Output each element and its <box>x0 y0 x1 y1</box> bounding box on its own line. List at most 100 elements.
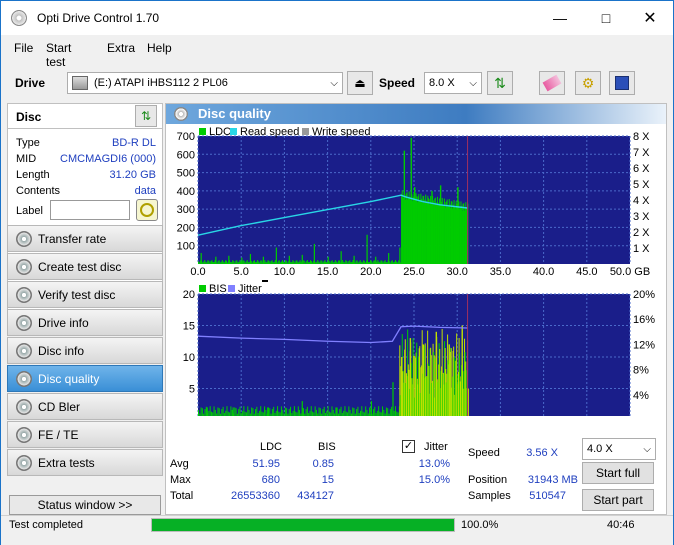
bis-bar <box>245 412 247 416</box>
ldc-bar <box>457 187 459 264</box>
refresh-speed-button[interactable]: ⇅ <box>487 71 513 95</box>
ldc-bar <box>306 260 308 264</box>
bis-bar <box>299 409 301 416</box>
legend-label: LDC <box>209 126 231 138</box>
ldc-bar <box>315 262 317 264</box>
nav-drive-info[interactable]: Drive info <box>7 309 163 336</box>
nav-create-test-disc[interactable]: Create test disc <box>7 253 163 280</box>
disc-label-input[interactable] <box>50 200 130 220</box>
maximize-icon[interactable]: □ <box>583 1 629 35</box>
start-part-button[interactable]: Start part <box>582 489 654 511</box>
bis-bar <box>274 413 276 416</box>
bis-bar <box>267 407 269 416</box>
ldc-bar <box>223 262 225 264</box>
ldc-bar <box>268 260 270 264</box>
ldc-bar <box>215 256 217 264</box>
stats-avg-bis: 0.85 <box>312 458 334 470</box>
ldc-bar <box>272 262 274 264</box>
ldc-bar <box>381 260 383 264</box>
ldc-bar <box>266 262 268 264</box>
speed-select[interactable]: 8.0 X ⌵ <box>424 72 482 94</box>
options-button[interactable]: ⚙ <box>575 71 601 95</box>
ldc-bar <box>255 262 257 264</box>
bis-bar <box>385 407 387 416</box>
disc-label-key: Label <box>16 205 43 217</box>
bis-bar <box>305 409 307 416</box>
nav-cd-bler[interactable]: CD Bler <box>7 393 163 420</box>
ldc-bar <box>251 262 253 264</box>
bis-bar <box>331 406 333 416</box>
ldc-bar <box>373 260 375 264</box>
ldc-bar <box>245 261 247 264</box>
bis-bar <box>312 411 314 416</box>
bis-bar <box>347 412 349 416</box>
status-text: Test completed <box>9 519 83 531</box>
legend-swatch <box>230 128 237 135</box>
disc-icon <box>16 399 32 415</box>
erase-button[interactable] <box>539 71 565 95</box>
ldc-bar <box>300 261 302 264</box>
ldc-bar <box>281 259 283 264</box>
nav-disc-quality[interactable]: Disc quality <box>7 365 163 392</box>
ldc-bar <box>439 185 442 264</box>
menu-file[interactable]: File <box>14 41 33 55</box>
ldc-bar <box>379 262 381 264</box>
disc-refresh-button[interactable]: ⇅ <box>135 105 157 127</box>
ldc-bar <box>351 261 353 264</box>
close-icon[interactable]: ✕ <box>627 1 673 35</box>
bis-bar <box>345 411 347 416</box>
nav-extra-tests[interactable]: Extra tests <box>7 449 163 476</box>
save-button[interactable] <box>609 71 635 95</box>
nav-verify-test-disc[interactable]: Verify test disc <box>7 281 163 308</box>
chevron-down-icon: ⌵ <box>330 77 338 89</box>
disc-icon <box>16 259 32 275</box>
ldc-bar <box>388 253 390 264</box>
test-speed-select[interactable]: 4.0 X ⌵ <box>582 438 656 460</box>
nav-label: Disc quality <box>38 371 100 386</box>
eject-button[interactable]: ⏏ <box>347 71 373 95</box>
ldc-bar <box>198 261 199 264</box>
legend-label: Write speed <box>312 126 371 138</box>
y2-tick-label: 8 X <box>633 131 650 143</box>
stats-ldc-header: LDC <box>260 441 283 453</box>
bis-bar <box>229 412 231 416</box>
bis-bar <box>350 413 352 416</box>
bis-bar <box>223 413 225 416</box>
nav-fe-te[interactable]: FE / TE <box>7 421 163 448</box>
left-panel: Disc ⇅ Type BD-R DL MID CMCMAGDI6 (000) … <box>7 103 163 515</box>
drive-select[interactable]: (E:) ATAPI iHBS112 2 PL06 ⌵ <box>67 72 343 94</box>
bis-bar <box>203 413 205 416</box>
disc-label-button[interactable] <box>136 199 158 221</box>
bis-bar <box>319 408 321 416</box>
ldc-bar <box>399 247 401 264</box>
bis-bar <box>230 406 232 416</box>
ldc-bar <box>239 259 241 264</box>
nav-transfer-rate[interactable]: Transfer rate <box>7 225 163 252</box>
nav-disc-info[interactable]: Disc info <box>7 337 163 364</box>
ldc-bar <box>337 260 339 264</box>
ldc-bar <box>230 261 232 264</box>
menu-help[interactable]: Help <box>147 41 172 55</box>
ldc-bar <box>343 261 345 264</box>
disc-mid-value: CMCMAGDI6 (000) <box>60 153 156 165</box>
bis-bar <box>337 413 339 416</box>
menu-extra[interactable]: Extra <box>107 41 135 55</box>
position-key: Position <box>468 474 508 486</box>
refresh-arrows-icon: ⇅ <box>140 109 152 123</box>
minimize-icon[interactable]: — <box>537 1 583 35</box>
bis-bar <box>201 408 203 416</box>
ldc-bar <box>271 260 273 264</box>
ldc-bar <box>256 261 258 264</box>
samples-value: 510547 <box>529 490 566 502</box>
start-full-button[interactable]: Start full <box>582 462 654 484</box>
disc-length-value: 31.20 GB <box>109 169 156 181</box>
jitter-checkbox[interactable]: ✓ <box>402 440 415 453</box>
bis-bar <box>206 407 208 416</box>
bis-bar <box>318 407 320 416</box>
ldc-bar <box>243 260 245 264</box>
y2-tick-label: 1 X <box>633 243 650 255</box>
ldc-bar <box>273 261 275 264</box>
status-window-button[interactable]: Status window >> <box>9 495 161 515</box>
bis-bar <box>396 411 398 416</box>
ldc-bar <box>431 190 433 264</box>
